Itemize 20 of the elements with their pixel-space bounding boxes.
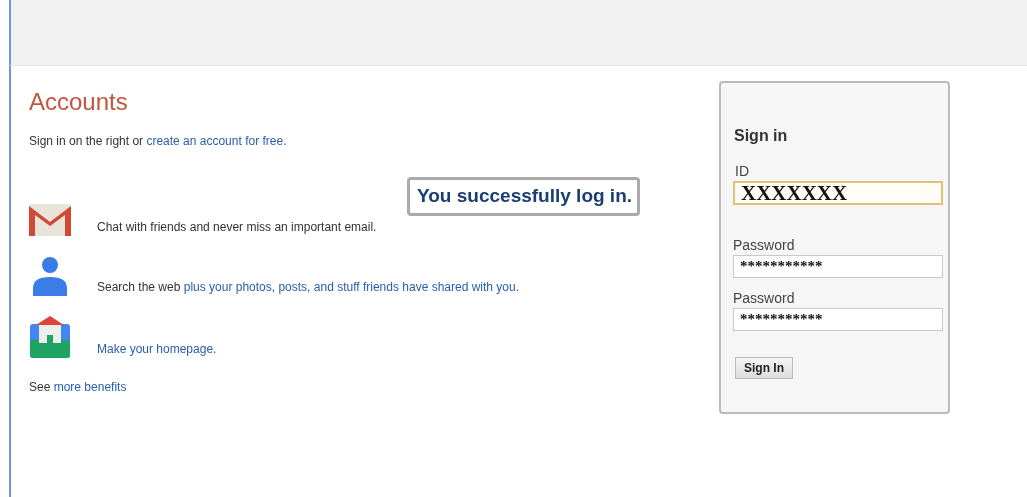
intro-text: Sign in on the right or create an account for free. — [29, 134, 288, 148]
field-label: ID — [735, 163, 750, 179]
feature-link[interactable]: plus your photos, posts, and stuff friends have shared with you. — [183, 280, 520, 294]
id-field[interactable]: XXXXXXX — [733, 181, 943, 205]
envelope-icon — [29, 204, 71, 236]
sign-in-title: Sign in — [734, 127, 789, 145]
create-account-link[interactable]: create an account for free. — [146, 134, 287, 148]
password-field[interactable]: *********** — [733, 255, 943, 278]
page-title: Accounts — [29, 88, 129, 116]
field-label: Password — [733, 237, 796, 253]
field-label: Password — [733, 290, 796, 306]
feature-link[interactable]: Make your homepage. — [97, 342, 217, 356]
benefits-link[interactable]: more benefits — [53, 380, 127, 394]
feature-text: Search the web plus your photos, posts, and stuff friends have shared with you. — [97, 280, 520, 294]
benefits-text: See more benefits — [29, 380, 128, 394]
feature-text: Chat with friends and never miss an important email. — [97, 220, 377, 234]
house-icon — [29, 316, 71, 358]
password-field[interactable]: *********** — [733, 308, 943, 331]
success-message: You successfully log in. — [407, 177, 641, 216]
sign-in-button[interactable]: Sign In — [735, 357, 793, 379]
